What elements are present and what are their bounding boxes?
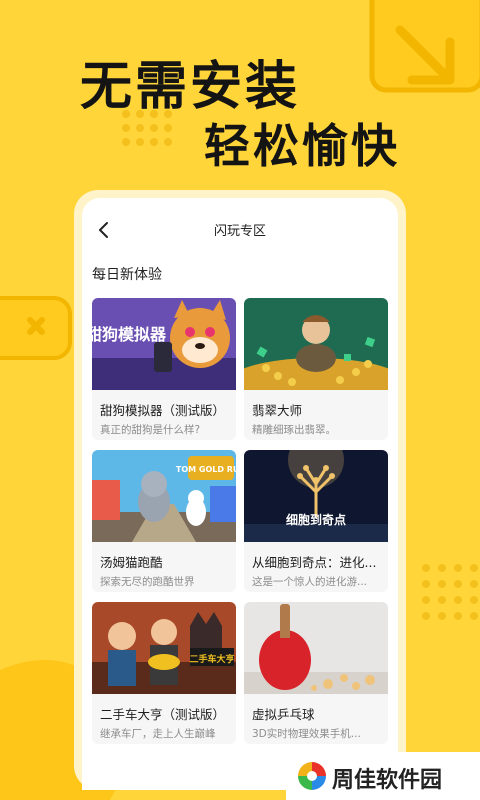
page-title: 闪玩专区	[213, 224, 266, 239]
watermark-logo-icon	[298, 762, 326, 790]
thumb-text: 甜狗模拟器	[92, 325, 167, 344]
game-name: 二手车大亨（测试版）	[100, 707, 226, 722]
game-thumbnail: 二手车大亨	[92, 602, 236, 694]
game-card-used-car-tycoon[interactable]: 二手车大亨 二手车大亨（测试版） 继承车厂，走上人生巅峰	[92, 602, 236, 744]
nav-bar: 闪玩专区	[82, 218, 398, 242]
dots-decoration-right	[422, 564, 478, 620]
game-thumbnail	[244, 298, 388, 390]
game-desc: 精雕细琢出翡翠。	[252, 424, 336, 436]
game-desc: 探索无尽的跑酷世界	[100, 576, 195, 588]
download-decoration-icon	[369, 0, 480, 93]
game-name: 甜狗模拟器（测试版）	[100, 403, 226, 418]
game-card-virtual-table-tennis[interactable]: 虚拟乒乓球 3D实时物理效果手机...	[244, 602, 388, 744]
app-screen: 闪玩专区 每日新体验 甜狗模拟器 甜狗模拟器（测试版） 真正的甜狗是什么样? 翡…	[82, 198, 398, 790]
game-thumbnail: 细胞到奇点	[244, 450, 388, 542]
thumb-text: TOM GOLD RUN	[176, 465, 236, 474]
game-card-tom-run[interactable]: TOM GOLD RUN 汤姆猫跑酷 探索无尽的跑酷世界	[92, 450, 236, 592]
gamepad-decoration-icon	[0, 296, 72, 360]
thumb-text: 二手车大亨	[189, 653, 234, 665]
game-thumbnail	[244, 602, 388, 694]
game-name: 从细胞到奇点：进化...	[252, 555, 377, 570]
game-card-jade-master[interactable]: 翡翠大师 精雕细琢出翡翠。	[244, 298, 388, 440]
game-name: 虚拟乒乓球	[252, 707, 315, 722]
watermark-text: 周佳软件园	[332, 768, 443, 793]
game-desc: 3D实时物理效果手机...	[252, 728, 361, 740]
game-card-sweet-dog[interactable]: 甜狗模拟器 甜狗模拟器（测试版） 真正的甜狗是什么样?	[92, 298, 236, 440]
hero-headline-1: 无需安装	[80, 57, 301, 117]
game-name: 翡翠大师	[252, 403, 303, 418]
watermark: 周佳软件园	[286, 752, 480, 800]
game-thumbnail: 甜狗模拟器	[92, 298, 236, 390]
section-title: 每日新体验	[92, 267, 162, 283]
game-desc: 真正的甜狗是什么样?	[100, 424, 201, 436]
thumb-text: 细胞到奇点	[286, 512, 346, 527]
game-name: 汤姆猫跑酷	[100, 555, 163, 570]
game-desc: 继承车厂，走上人生巅峰	[100, 728, 216, 740]
phone-frame: 闪玩专区 每日新体验 甜狗模拟器 甜狗模拟器（测试版） 真正的甜狗是什么样? 翡…	[74, 190, 406, 790]
game-thumbnail: TOM GOLD RUN	[92, 450, 236, 542]
game-desc: 这是一个惊人的进化游...	[252, 576, 368, 588]
game-card-cell-to-singularity[interactable]: 细胞到奇点 从细胞到奇点：进化... 这是一个惊人的进化游...	[244, 450, 388, 592]
hero-headline-2: 轻松愉快	[204, 119, 400, 173]
